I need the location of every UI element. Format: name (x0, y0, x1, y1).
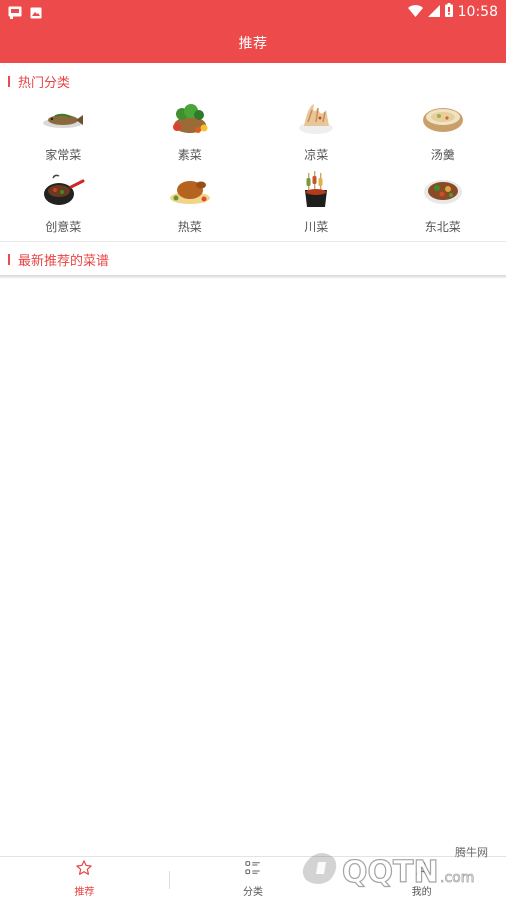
status-time: 10:58 (457, 3, 498, 20)
hot-categories-title: 热门分类 (18, 75, 71, 91)
nav-label-category: 分类 (243, 887, 263, 898)
category-item-liangcai[interactable]: 凉菜 (253, 98, 380, 170)
wok-dish-icon (37, 170, 89, 210)
category-item-sucai[interactable]: 素菜 (127, 98, 254, 170)
category-item-recai[interactable]: 热菜 (127, 170, 254, 242)
cold-noodles-icon (290, 98, 342, 138)
category-item-dongbeicai[interactable]: 东北菜 (380, 170, 506, 242)
category-item-chuangyicai[interactable]: 创意菜 (0, 170, 127, 242)
vegetable-basket-icon (164, 98, 216, 138)
page-title: 推荐 (238, 35, 268, 52)
person-icon (413, 859, 431, 881)
category-item-chuancai[interactable]: 川菜 (253, 170, 380, 242)
status-bar: 10:58 (0, 0, 506, 22)
image-notification-icon (30, 4, 42, 23)
signal-icon (427, 2, 440, 21)
title-bar: 推荐 (0, 22, 506, 63)
list-icon (244, 859, 262, 881)
stew-plate-icon (417, 170, 469, 210)
category-label: 家常菜 (45, 148, 82, 162)
latest-recipes-header: 最新推荐的菜谱 (0, 241, 506, 277)
nav-separator (168, 871, 170, 889)
bottom-nav: 推荐 分类 我的 (0, 856, 506, 900)
fish-dish-icon (37, 98, 89, 138)
status-left-icons (8, 4, 42, 23)
app-header: 10:58 推荐 (0, 0, 506, 63)
app-screen: 10:58 推荐 热门分类 家常菜 素菜 凉菜 汤羹 创意菜 热菜 川菜 东北菜… (0, 0, 506, 900)
roast-chicken-icon (164, 170, 216, 210)
star-icon (75, 859, 93, 881)
category-label: 素菜 (177, 148, 202, 162)
category-grid: 家常菜 素菜 凉菜 汤羹 创意菜 热菜 川菜 东北菜 (0, 98, 506, 242)
wifi-icon (407, 2, 423, 21)
skewers-pot-icon (290, 170, 342, 210)
nav-tab-mine[interactable]: 我的 (337, 857, 506, 900)
notification-app-icon (8, 4, 22, 23)
category-label: 凉菜 (304, 148, 329, 162)
section-marker (8, 75, 10, 87)
latest-recipes-title: 最新推荐的菜谱 (18, 253, 110, 269)
section-marker (8, 253, 10, 265)
category-item-tanggeng[interactable]: 汤羹 (380, 98, 506, 170)
status-right-icons: 10:58 (407, 2, 498, 21)
content-shadow-divider (0, 275, 506, 279)
nav-tab-recommend[interactable]: 推荐 (0, 857, 169, 900)
category-item-jiachangcai[interactable]: 家常菜 (0, 98, 127, 170)
nav-label-mine: 我的 (411, 887, 432, 898)
category-label: 汤羹 (430, 148, 455, 162)
hot-categories-header: 热门分类 (0, 63, 506, 99)
category-label: 川菜 (304, 220, 329, 234)
nav-label-recommend: 推荐 (74, 887, 95, 898)
soup-bowl-icon (417, 98, 469, 138)
category-label: 热菜 (177, 220, 202, 234)
battery-icon (444, 2, 453, 21)
category-label: 东北菜 (424, 220, 461, 234)
nav-tab-category[interactable]: 分类 (168, 857, 338, 900)
category-label: 创意菜 (45, 220, 82, 234)
